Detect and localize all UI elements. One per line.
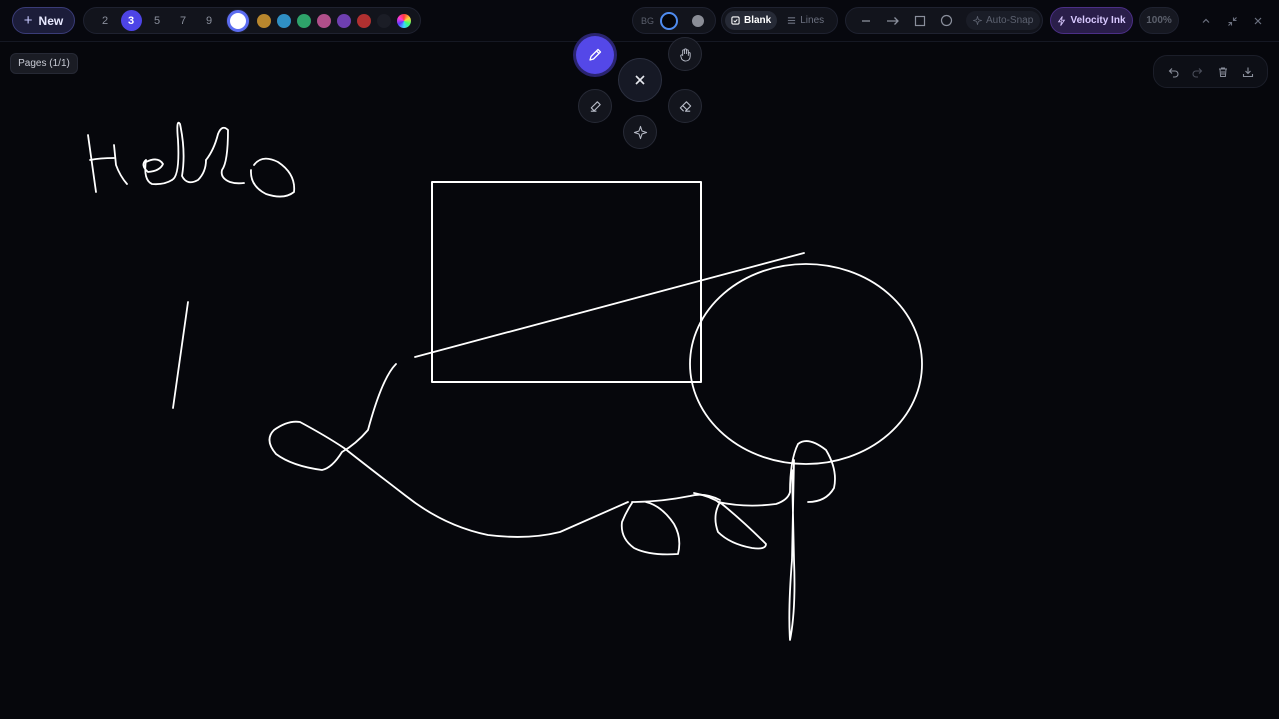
stroke-hello-l2 xyxy=(205,126,245,185)
magic-tool-button[interactable] xyxy=(623,115,657,149)
stroke-loop-1 xyxy=(620,501,681,556)
undo-icon[interactable] xyxy=(1162,61,1184,83)
stroke-hello-o xyxy=(250,157,296,198)
pen-tool-button[interactable] xyxy=(576,36,614,74)
hand-icon xyxy=(679,47,691,62)
eraser-tool-button[interactable] xyxy=(668,89,702,123)
close-icon xyxy=(635,75,645,85)
stroke-loop-2 xyxy=(693,492,767,550)
pages-button[interactable]: Pages (1/1) xyxy=(10,53,78,74)
close-menu-button[interactable] xyxy=(618,58,662,102)
stroke-hello-h-bar xyxy=(89,157,115,161)
trash-icon[interactable] xyxy=(1212,61,1234,83)
stroke-ellipse xyxy=(689,263,923,465)
stroke-hello-e xyxy=(142,158,173,186)
pages-label: Pages (1/1) xyxy=(18,58,70,69)
history-actions xyxy=(1153,55,1268,88)
stroke-vertical-line xyxy=(172,301,189,409)
highlighter-tool-button[interactable] xyxy=(578,89,612,123)
stroke-squiggle-curve xyxy=(268,363,629,538)
stroke-hello-h-right xyxy=(113,144,128,185)
stroke-stem xyxy=(788,440,836,641)
hand-tool-button[interactable] xyxy=(668,37,702,71)
eraser-icon xyxy=(679,100,691,112)
stroke-tail xyxy=(717,491,791,507)
stroke-hello-l1 xyxy=(171,121,207,184)
stroke-rectangle xyxy=(431,181,702,383)
download-icon[interactable] xyxy=(1237,61,1259,83)
stroke-diagonal-line xyxy=(414,252,805,358)
drawing-canvas[interactable] xyxy=(0,0,1279,719)
pencil-icon xyxy=(589,48,602,61)
highlighter-icon xyxy=(590,100,601,112)
sparkle-icon xyxy=(633,125,647,139)
stroke-hello-h-left xyxy=(87,134,97,193)
redo-icon[interactable] xyxy=(1187,61,1209,83)
